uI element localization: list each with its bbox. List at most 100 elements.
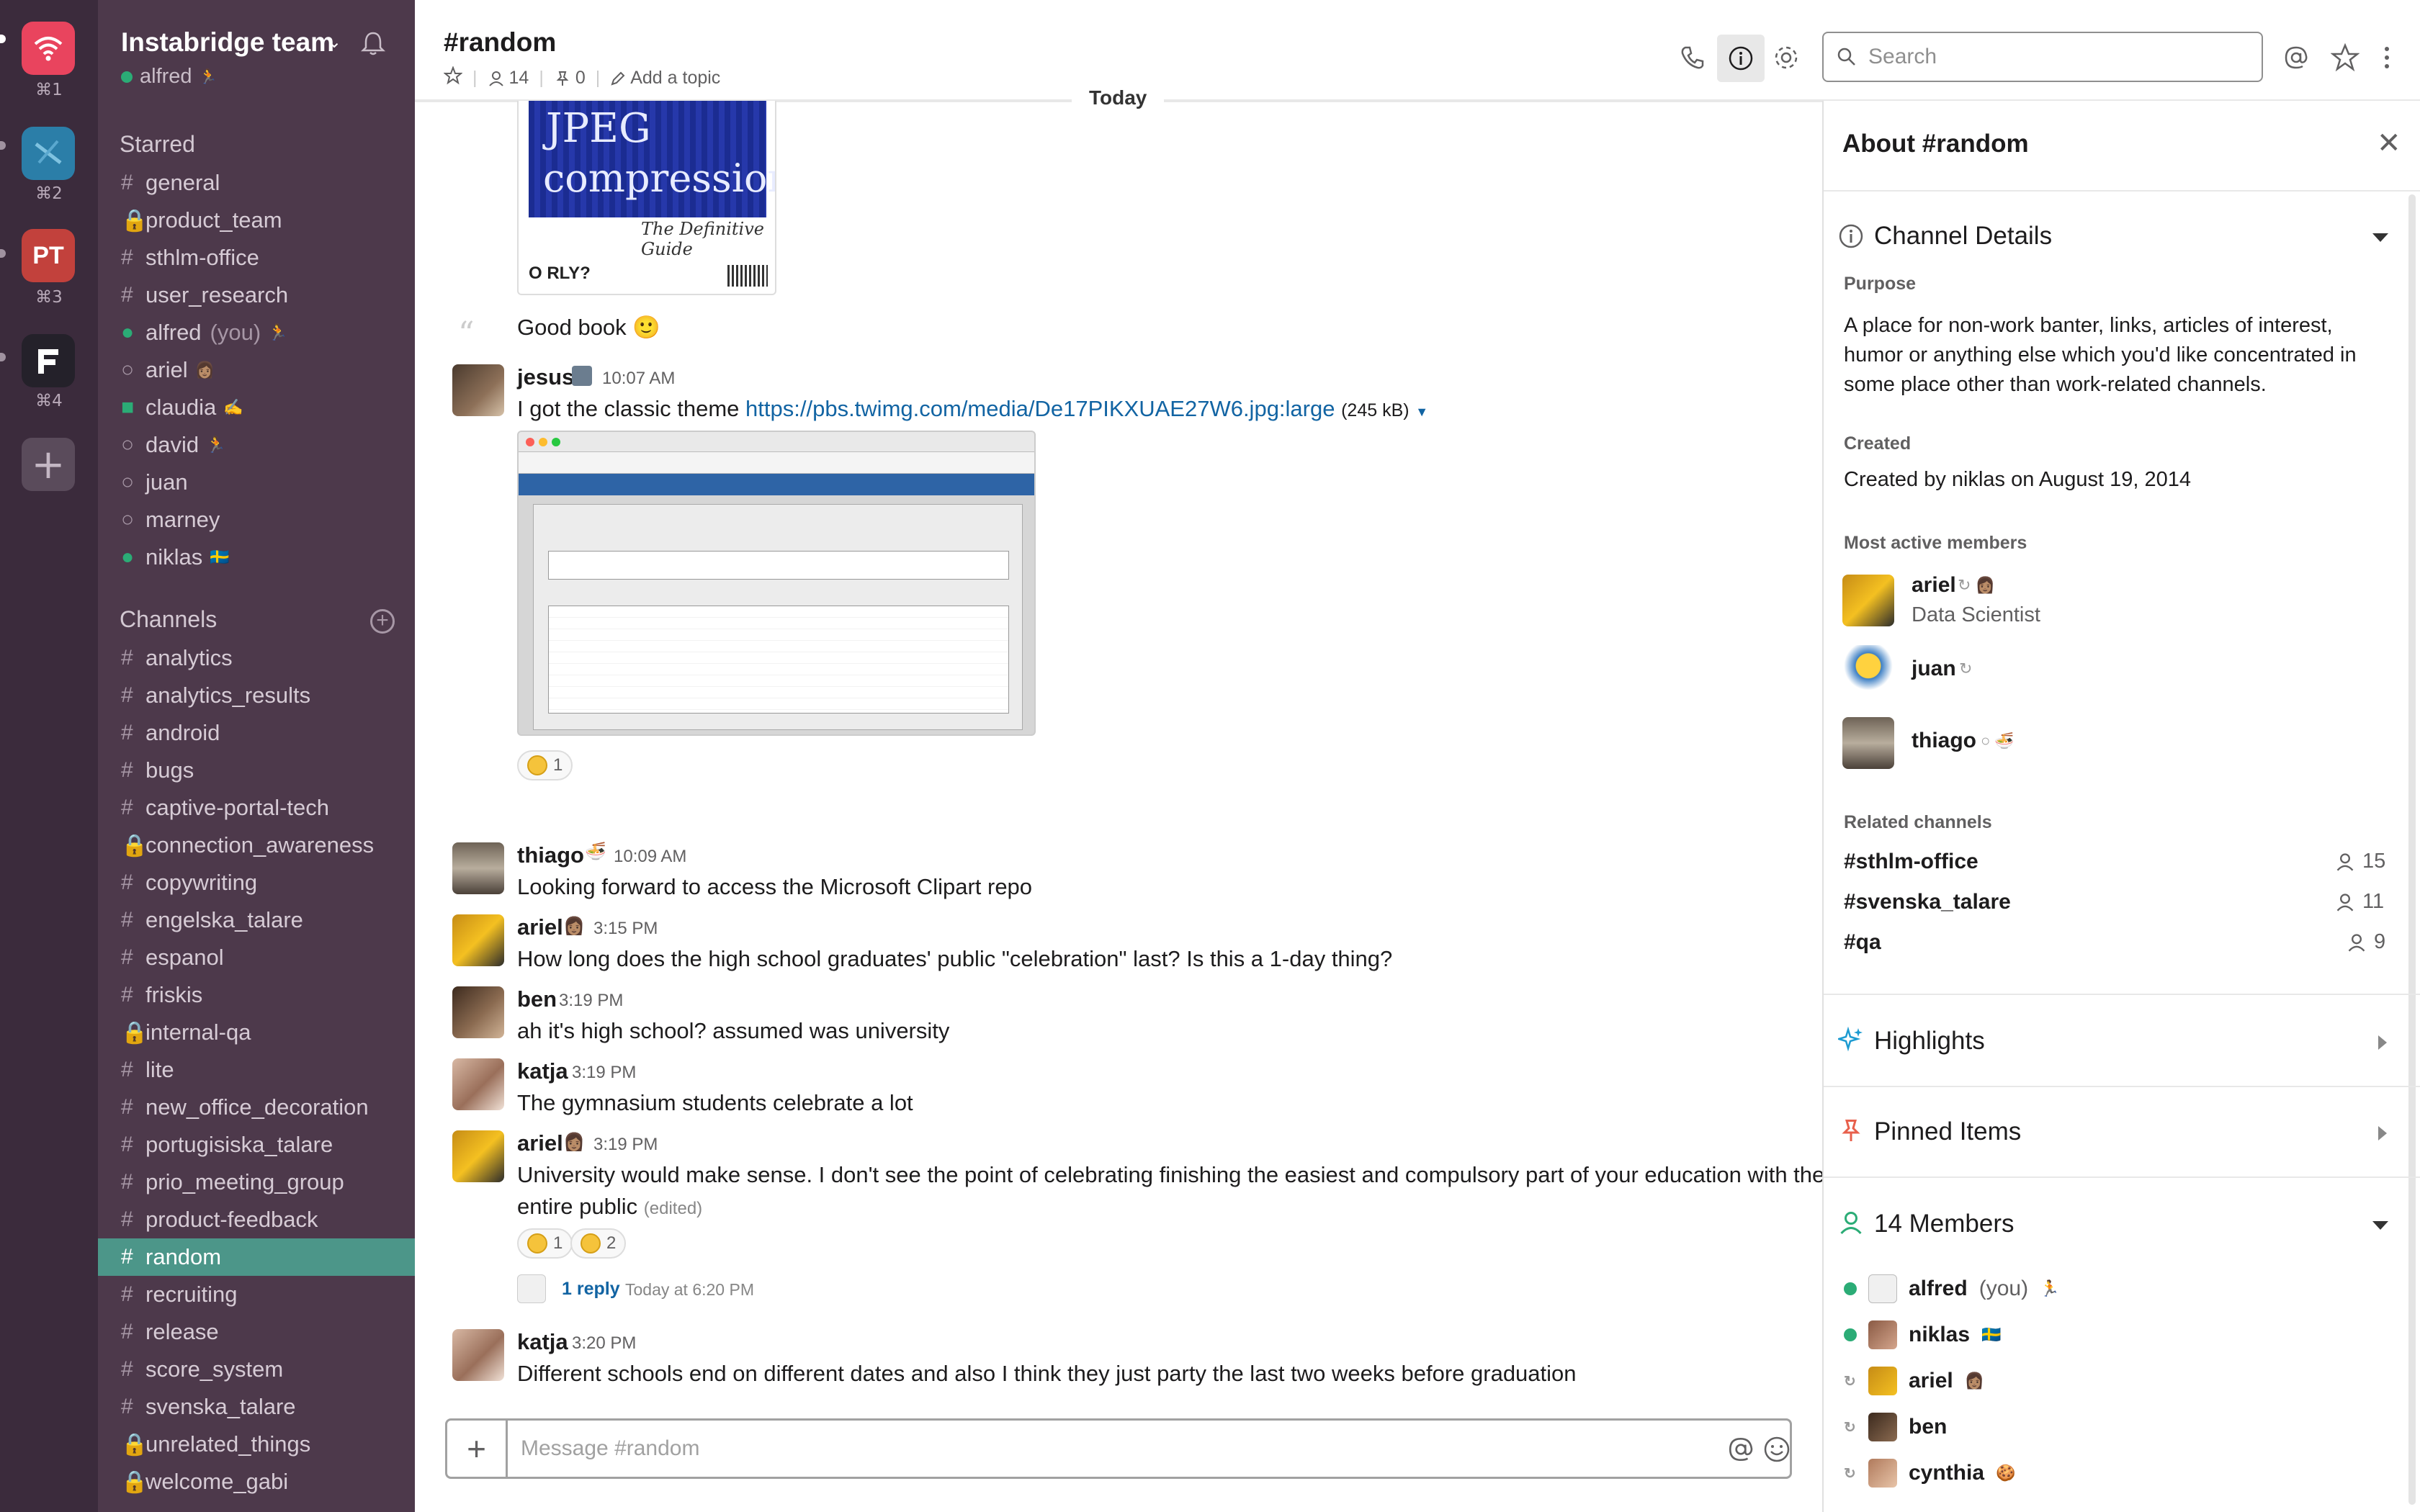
book-cover-image[interactable]: JPEG compression The Definitive Guide O … [517,101,776,295]
sidebar-item-general[interactable]: # general [98,164,415,202]
sidebar-item-svenska-talare[interactable]: # svenska_talare [98,1388,415,1426]
message-timestamp[interactable]: 3:15 PM [593,919,658,939]
add-workspace-button[interactable]: + [22,438,75,491]
sidebar-item-david[interactable]: ○ david 🏃 [98,426,415,464]
avatar[interactable] [452,1329,504,1381]
sidebar-item-prio-meeting-group[interactable]: # prio_meeting_group [98,1164,415,1201]
sidebar-item-lite[interactable]: # lite [98,1051,415,1089]
search-input[interactable] [1867,44,2241,70]
add-channel-icon[interactable]: + [370,609,395,634]
avatar[interactable] [452,986,504,1038]
sidebar-item-unrelated-things[interactable]: 🔒 unrelated_things [98,1426,415,1463]
channel-details-heading[interactable]: Channel Details [1874,222,2052,251]
search-box[interactable] [1822,32,2263,82]
related-channel-link[interactable]: #svenska_talare [1844,890,2011,914]
sidebar-item-random[interactable]: # random [98,1238,415,1276]
members-heading[interactable]: 14 Members [1874,1210,2015,1238]
channel-info-button[interactable] [1717,35,1765,82]
sidebar-item-user-research[interactable]: # user_research [98,276,415,314]
sidebar-item-new-office-decoration[interactable]: # new_office_decoration [98,1089,415,1126]
message-link[interactable]: https://pbs.twimg.com/media/De17PIKXUAE2… [745,396,1335,421]
pinned-items-heading[interactable]: Pinned Items [1874,1117,2021,1146]
sidebar-item-engelska-talare[interactable]: # engelska_talare [98,901,415,939]
phone-icon[interactable] [1675,40,1710,75]
message-author[interactable]: katja [517,1329,568,1355]
sidebar-item-alfred[interactable]: ● alfred (you) 🏃 [98,314,415,351]
starred-heading[interactable]: Starred [120,131,195,158]
avatar[interactable] [452,914,504,966]
attachment-image[interactable] [517,431,1036,736]
highlights-heading[interactable]: Highlights [1874,1027,1985,1056]
sidebar-item-score-system[interactable]: # score_system [98,1351,415,1388]
message-author[interactable]: katja [517,1058,568,1084]
sidebar-item-espanol[interactable]: # espanol [98,939,415,976]
sidebar-item-friskis[interactable]: # friskis [98,976,415,1014]
sidebar-item-marney[interactable]: ○ marney [98,501,415,539]
collapse-caret-icon[interactable] [2372,233,2388,242]
message-timestamp[interactable]: 10:07 AM [602,369,675,389]
message-timestamp[interactable]: 10:09 AM [614,847,686,867]
member-name[interactable]: juan [1912,657,1956,681]
sidebar-item-sthlm-office[interactable]: # sthlm-office [98,239,415,276]
bell-icon[interactable] [359,29,387,61]
sidebar-item-internal-qa[interactable]: 🔒 internal-qa [98,1014,415,1051]
member-name[interactable]: ariel [1912,573,1956,598]
gear-icon[interactable] [1769,40,1803,75]
star-icon[interactable] [443,66,463,90]
current-user[interactable]: alfred 🏃 [121,65,217,89]
avatar[interactable] [452,1130,504,1182]
avatar[interactable] [452,1058,504,1110]
sidebar-item-release[interactable]: # release [98,1313,415,1351]
avatar[interactable] [1842,645,1894,697]
caret-down-icon[interactable]: ▼ [1415,405,1428,419]
avatar[interactable] [452,364,504,416]
reaction-button[interactable]: 1 [517,750,573,780]
attach-button[interactable]: + [447,1421,508,1477]
team-name[interactable]: Instabridge team [121,27,334,58]
emoji-picker-icon[interactable] [1762,1435,1791,1467]
channels-heading[interactable]: Channels [120,606,217,633]
sidebar-item-product-feedback[interactable]: # product-feedback [98,1201,415,1238]
member-row[interactable]: ↻ ben [1844,1413,1947,1441]
sidebar-item-analytics-results[interactable]: # analytics_results [98,677,415,714]
expand-caret-icon[interactable] [2378,1126,2387,1140]
sidebar-item-welcome-gabi[interactable]: 🔒 welcome_gabi [98,1463,415,1500]
message-author[interactable]: jesus [517,364,574,390]
pins-count-button[interactable]: 0 [554,68,586,89]
message-author[interactable]: thiago [517,842,584,868]
member-row[interactable]: alfred (you) 🏃 [1844,1274,2059,1303]
add-topic-button[interactable]: Add a topic [610,68,720,89]
sidebar-item-android[interactable]: # android [98,714,415,752]
avatar[interactable] [452,842,504,894]
message-author[interactable]: ben [517,986,557,1012]
member-row[interactable]: ↻ ariel 👩🏽 [1844,1367,1984,1395]
workspace-1-button[interactable] [22,22,75,75]
reaction-button[interactable]: 1 [517,1228,573,1259]
chevron-down-icon[interactable]: ⌄ [327,32,341,53]
mentions-icon[interactable] [2279,40,2313,75]
sidebar-item-niklas[interactable]: ● niklas 🇸🇪 [98,539,415,576]
channel-title[interactable]: #random [444,27,556,58]
workspace-2-button[interactable] [22,127,75,180]
sidebar-item-analytics[interactable]: # analytics [98,639,415,677]
member-name[interactable]: thiago [1912,729,1976,753]
more-options-icon[interactable] [2370,40,2404,75]
members-count-button[interactable]: 14 [488,68,529,89]
message-author[interactable]: ariel [517,914,563,940]
collapse-caret-icon[interactable] [2372,1221,2388,1230]
sidebar-item-captive-portal-tech[interactable]: # captive-portal-tech [98,789,415,827]
thread-replies-link[interactable]: 1 reply [562,1279,620,1300]
sidebar-item-recruiting[interactable]: # recruiting [98,1276,415,1313]
message-input[interactable] [519,1432,1600,1465]
workspace-3-button[interactable]: PT [22,229,75,282]
reaction-button[interactable]: 2 [570,1228,627,1259]
sidebar-item-claudia[interactable]: ■ claudia ✍ [98,389,415,426]
member-row[interactable]: niklas 🇸🇪 [1844,1320,2001,1349]
sidebar-item-bugs[interactable]: # bugs [98,752,415,789]
message-timestamp[interactable]: 3:20 PM [572,1333,636,1354]
expand-caret-icon[interactable] [2378,1035,2387,1050]
member-row[interactable]: ↻ cynthia 🍪 [1844,1459,2015,1488]
sidebar-item-copywriting[interactable]: # copywriting [98,864,415,901]
message-timestamp[interactable]: 3:19 PM [572,1063,636,1083]
sidebar-item-juan[interactable]: ○ juan [98,464,415,501]
